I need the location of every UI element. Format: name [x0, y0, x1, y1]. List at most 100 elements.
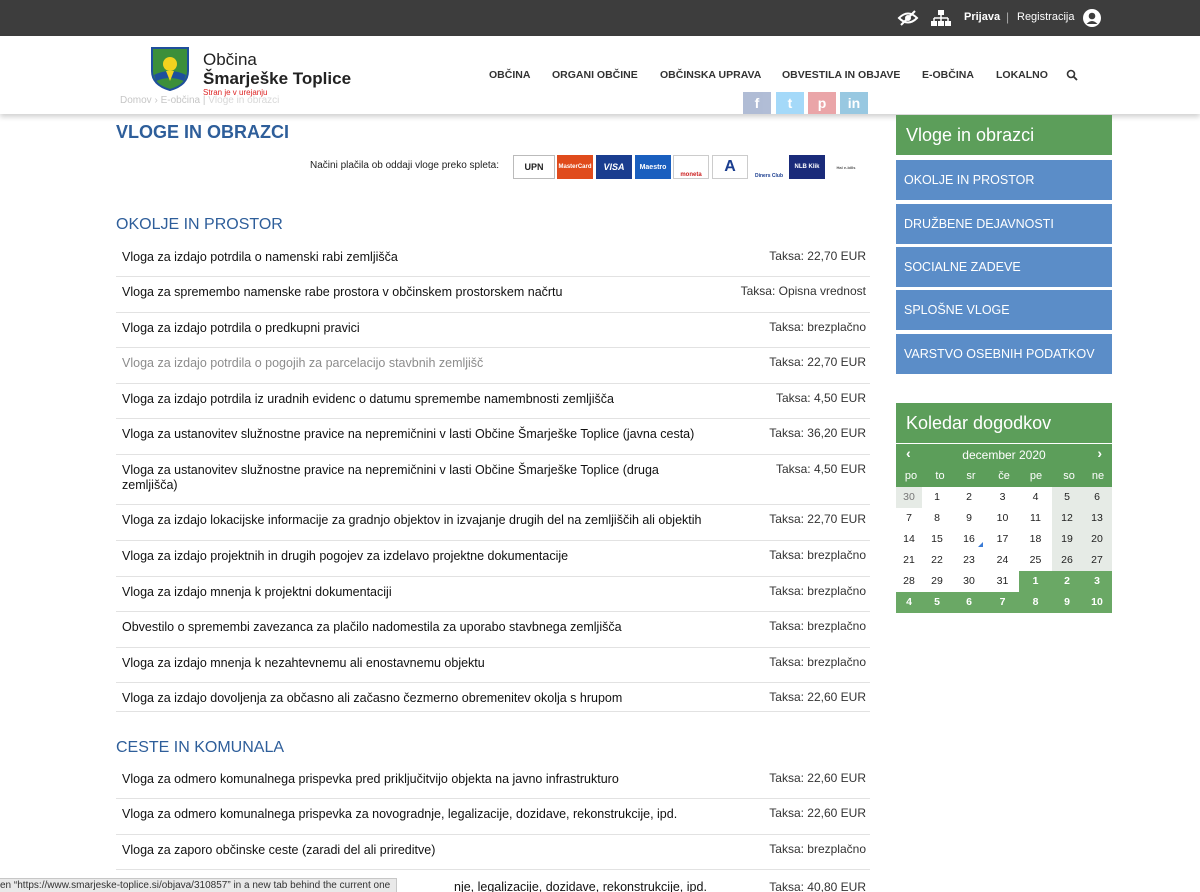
form-link[interactable]: Vloga za izdajo mnenja k nezahtevnemu al… [122, 656, 734, 671]
calendar-day[interactable]: 11 [1019, 508, 1052, 529]
calendar-day[interactable]: 4 [896, 592, 922, 613]
sidebar-item-splosne-vloge[interactable]: SPLOŠNE VLOGE [896, 290, 1112, 330]
calendar-day[interactable]: 1 [922, 487, 952, 508]
calendar-day[interactable]: 26 [1052, 550, 1082, 571]
calendar-day[interactable]: 3 [1082, 571, 1112, 592]
breadcrumb-current: Vloge in obrazci [208, 95, 280, 106]
form-link[interactable]: Vloga za izdajo projektnih in drugih pog… [122, 549, 734, 564]
calendar-day[interactable]: 17 [986, 529, 1019, 550]
weekday-label: po [904, 470, 918, 482]
calendar-day[interactable]: 7 [896, 508, 922, 529]
table-row: Vloga za ustanovitev služnostne pravice … [116, 419, 870, 455]
weekday-label: pe [1029, 470, 1043, 482]
calendar-day[interactable]: 8 [1019, 592, 1052, 613]
form-link[interactable]: Vloga za zaporo občinske ceste (zaradi d… [122, 843, 734, 858]
calendar-day[interactable]: 15 [922, 529, 952, 550]
form-link[interactable]: Vloga za izdajo mnenja k projektni dokum… [122, 585, 734, 600]
calendar-day[interactable]: 9 [952, 508, 986, 529]
calendar-day[interactable]: 9 [1052, 592, 1082, 613]
sidebar-item-varstvo-osebnih-podatkov[interactable]: VARSTVO OSEBNIH PODATKOV [896, 334, 1112, 374]
form-link[interactable]: Vloga za izdajo lokacijske informacije z… [122, 513, 734, 528]
calendar-day[interactable]: 14 [896, 529, 922, 550]
facebook-share-icon[interactable]: f [743, 92, 771, 114]
form-link[interactable]: Vloga za izdajo dovoljenja za občasno al… [122, 691, 734, 706]
sidebar-item-socialne-zadeve[interactable]: SOCIALNE ZADEVE [896, 247, 1112, 287]
nav-e-obcina[interactable]: E-OBČINA [922, 69, 974, 81]
calendar-day[interactable]: 25 [1019, 550, 1052, 571]
logo-line-1[interactable]: Občina [203, 50, 257, 70]
calendar-day[interactable]: 23 [952, 550, 986, 571]
sidebar-item-okolje-in-prostor[interactable]: OKOLJE IN PROSTOR [896, 160, 1112, 200]
breadcrumb: Domov › E-občina | Vloge in obrazci [120, 95, 279, 106]
form-link[interactable]: Vloga za ustanovitev služnostne pravice … [122, 427, 734, 442]
calendar-day[interactable]: 13 [1082, 508, 1112, 529]
pinterest-share-icon[interactable]: p [808, 92, 836, 114]
calendar-day[interactable]: 19 [1052, 529, 1082, 550]
form-link[interactable]: Vloga za izdajo potrdila iz uradnih evid… [122, 392, 734, 407]
table-row: Obvestilo o spremembi zavezanca za plači… [116, 612, 870, 648]
form-link[interactable]: Vloga za odmero komunalnega prispevka za… [122, 807, 734, 822]
nav-obcinska-uprava[interactable]: OBČINSKA UPRAVA [660, 69, 761, 81]
form-link[interactable]: Vloga za ustanovitev služnostne pravice … [122, 463, 692, 493]
calendar-day[interactable]: 22 [922, 550, 952, 571]
calendar-day[interactable]: 31 [986, 571, 1019, 592]
logo-line-2[interactable]: Šmarješke Toplice [203, 69, 351, 89]
calendar-day[interactable]: 24 [986, 550, 1019, 571]
calendar-day[interactable]: 6 [1082, 487, 1112, 508]
calendar-day[interactable]: 10 [986, 508, 1019, 529]
login-link[interactable]: Prijava [964, 11, 1000, 23]
calendar-title: Koledar dogodkov [896, 403, 1112, 443]
calendar-day[interactable]: 18 [1019, 529, 1052, 550]
nav-obcina[interactable]: OBČINA [489, 69, 530, 81]
calendar-day[interactable]: 29 [922, 571, 952, 592]
calendar-day[interactable]: 1 [1019, 571, 1052, 592]
calendar-day[interactable]: 10 [1082, 592, 1112, 613]
form-link[interactable]: Obvestilo o spremembi zavezanca za plači… [122, 620, 734, 635]
calendar-day[interactable]: 20 [1082, 529, 1112, 550]
nav-obvestila-in-objave[interactable]: OBVESTILA IN OBJAVE [782, 69, 900, 81]
municipality-crest-icon[interactable] [151, 47, 189, 91]
site-header: Občina Šmarješke Toplice Stran je v urej… [0, 36, 1200, 114]
breadcrumb-home[interactable]: Domov [120, 95, 152, 106]
weekday-label: sr [966, 470, 976, 482]
fee-value: Taksa: 22,70 EUR [769, 355, 866, 369]
form-link[interactable]: Vloga za odmero komunalnega prispevka pr… [122, 772, 734, 787]
form-link[interactable]: nje, legalizacije, dozidave, rekonstrukc… [454, 880, 1066, 892]
calendar-day[interactable]: 30 [952, 571, 986, 592]
form-link[interactable]: Vloga za izdajo potrdila o pogojih za pa… [122, 356, 734, 371]
register-link[interactable]: Registracija [1017, 11, 1074, 23]
sitemap-icon[interactable] [930, 8, 952, 28]
calendar-day[interactable]: 6 [952, 592, 986, 613]
calendar-day[interactable]: 27 [1082, 550, 1112, 571]
accessibility-eye-icon[interactable] [897, 8, 919, 28]
form-link[interactable]: Vloga za izdajo potrdila o namenski rabi… [122, 250, 734, 265]
form-link[interactable]: Vloga za izdajo potrdila o predkupni pra… [122, 321, 734, 336]
twitter-share-icon[interactable]: t [776, 92, 804, 114]
linkedin-share-icon[interactable]: in [840, 92, 868, 114]
calendar-day[interactable]: 4 [1019, 487, 1052, 508]
calendar-day[interactable]: 7 [986, 592, 1019, 613]
calendar-day[interactable]: 16 [952, 529, 986, 550]
calendar-day[interactable]: 28 [896, 571, 922, 592]
calendar-day[interactable]: 12 [1052, 508, 1082, 529]
calendar-day[interactable]: 2 [952, 487, 986, 508]
calendar-month-label: december 2020 [962, 448, 1046, 462]
user-icon[interactable] [1081, 8, 1103, 28]
calendar-day[interactable]: 30 [896, 487, 922, 508]
calendar-day[interactable]: 21 [896, 550, 922, 571]
nav-lokalno[interactable]: LOKALNO [996, 69, 1048, 81]
calendar-day[interactable]: 3 [986, 487, 1019, 508]
calendar-day[interactable]: 8 [922, 508, 952, 529]
search-icon[interactable] [1066, 69, 1078, 81]
sidebar-item-druzbene-dejavnosti[interactable]: DRUŽBENE DEJAVNOSTI [896, 204, 1112, 244]
calendar-day[interactable]: 5 [922, 592, 952, 613]
table-row: Vloga za izdajo dovoljenja za občasno al… [116, 683, 870, 712]
breadcrumb-separator-2: | [202, 95, 206, 106]
fee-value: Taksa: 4,50 EUR [775, 391, 866, 405]
calendar-next-button[interactable]: › [1097, 445, 1102, 461]
breadcrumb-e-obcina[interactable]: E-občina [161, 95, 200, 106]
calendar-day[interactable]: 5 [1052, 487, 1082, 508]
nav-organi-obcine[interactable]: ORGANI OBČINE [552, 69, 638, 81]
form-link[interactable]: Vloga za spremembo namenske rabe prostor… [122, 285, 734, 300]
calendar-day[interactable]: 2 [1052, 571, 1082, 592]
